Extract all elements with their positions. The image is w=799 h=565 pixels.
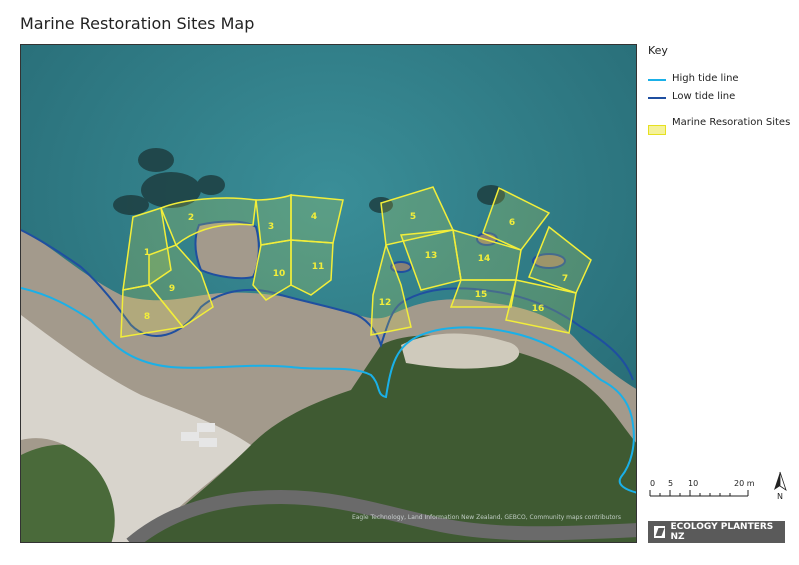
site-polygon-3 <box>255 193 292 246</box>
scale-label: 10 <box>688 479 698 488</box>
north-arrow-icon: N <box>770 470 790 501</box>
site-label: 8 <box>144 312 150 322</box>
site-label: 1 <box>144 248 150 258</box>
site-label: 11 <box>312 262 325 272</box>
low-tide-swatch <box>648 97 666 99</box>
map-area[interactable]: 1 2 3 4 5 6 7 8 9 10 11 12 13 14 15 16 E… <box>20 44 637 543</box>
site-label: 9 <box>169 284 175 294</box>
site-label: 15 <box>475 290 488 300</box>
key-label: High tide line <box>672 73 739 84</box>
site-label: 2 <box>188 213 194 223</box>
logo-text: ECOLOGY PLANTERS NZ <box>670 522 774 542</box>
site-label: 12 <box>379 298 392 308</box>
map-attribution: Eagle Technology, Land Information New Z… <box>352 514 621 521</box>
map-key: Key High tide line Low tide line Marine … <box>648 44 793 141</box>
key-label: Marine Resoration Sites <box>672 117 791 128</box>
scale-label: 0 <box>650 479 655 488</box>
key-item-restoration-sites: Marine Resoration Sites <box>648 117 793 135</box>
scale-bar: 0 5 10 20 m <box>648 476 758 506</box>
high-tide-swatch <box>648 79 666 81</box>
site-label: 14 <box>478 254 491 264</box>
north-arrow-svg: N <box>774 471 787 501</box>
site-label: 4 <box>311 212 317 222</box>
company-logo: ECOLOGY PLANTERS NZ <box>648 521 785 543</box>
site-label: 5 <box>410 212 416 222</box>
site-swatch <box>648 123 666 135</box>
site-label: 7 <box>562 274 568 284</box>
logo-icon <box>654 526 666 538</box>
parked-car <box>199 438 217 447</box>
parked-car <box>197 423 215 432</box>
parked-car <box>181 432 199 441</box>
key-label: Low tide line <box>672 91 736 102</box>
key-item-low-tide: Low tide line <box>648 91 793 103</box>
site-label: 6 <box>509 218 515 228</box>
scale-label: 5 <box>668 479 673 488</box>
scale-label: 20 m <box>734 479 755 488</box>
site-label: 3 <box>268 222 274 232</box>
site-label: 16 <box>532 304 545 314</box>
site-label: 13 <box>425 251 438 261</box>
map-svg: 1 2 3 4 5 6 7 8 9 10 11 12 13 14 15 16 E… <box>21 45 636 542</box>
site-label: 10 <box>273 269 286 279</box>
north-label: N <box>777 492 783 500</box>
key-title: Key <box>648 44 668 57</box>
map-title: Marine Restoration Sites Map <box>20 14 255 33</box>
scale-bar-svg: 0 5 10 20 m <box>649 479 755 497</box>
key-item-high-tide: High tide line <box>648 73 793 85</box>
